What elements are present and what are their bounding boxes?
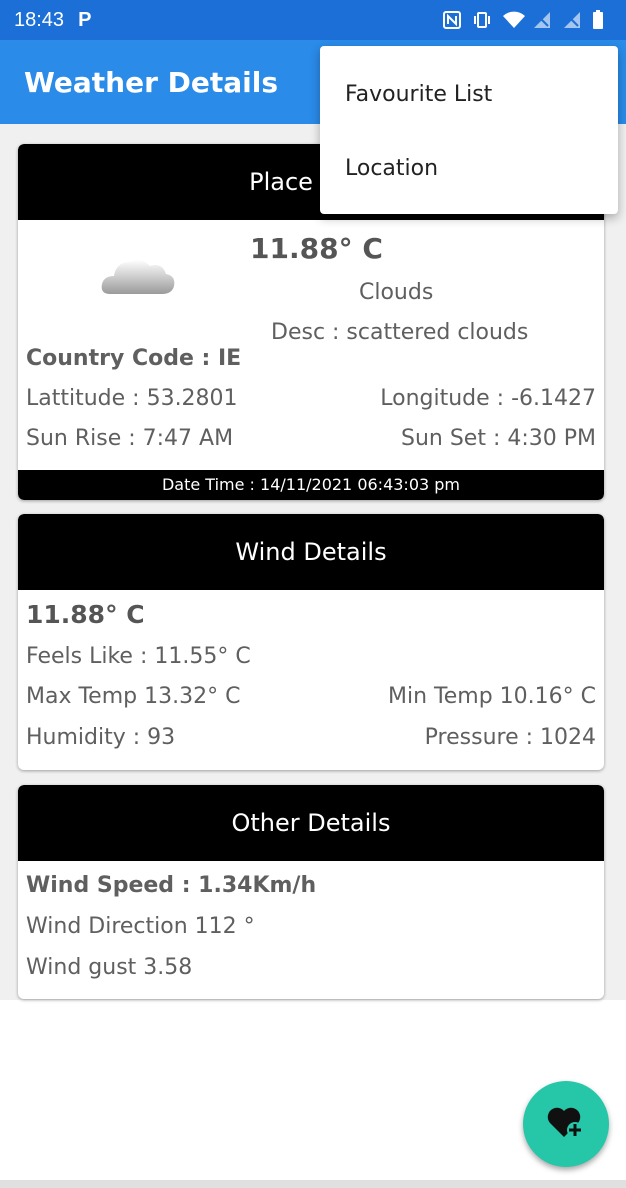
content-area[interactable]: Place : Sal 11.88° C Clouds Desc : scatt… xyxy=(0,124,626,1000)
status-icons xyxy=(442,10,612,30)
p-badge-icon: P xyxy=(78,8,92,31)
wind-card: Wind Details 11.88° C Feels Like : 11.55… xyxy=(18,514,604,770)
status-bar: 18:43 P xyxy=(0,0,626,40)
page-title: Weather Details xyxy=(24,65,279,99)
menu-item-favourite-list[interactable]: Favourite List xyxy=(320,58,618,132)
heart-plus-icon xyxy=(546,1104,586,1144)
min-temp: Min Temp 10.16° C xyxy=(388,684,596,709)
wifi-icon xyxy=(502,10,525,30)
wind-gust: Wind gust 3.58 xyxy=(26,955,193,980)
temp-range-row: Max Temp 13.32° C Min Temp 10.16° C xyxy=(26,684,596,709)
other-card-header: Other Details xyxy=(18,785,604,861)
weather-description: Desc : scattered clouds xyxy=(271,320,529,345)
nav-bar-edge xyxy=(0,1180,626,1188)
overflow-menu: Favourite List Location xyxy=(320,46,618,214)
lat-lon-row: Lattitude : 53.2801 Longitude : -6.1427 xyxy=(26,386,596,411)
country-code: Country Code : IE xyxy=(26,346,242,371)
sun-row: Sun Rise : 7:47 AM Sun Set : 4:30 PM xyxy=(26,426,596,451)
status-time: 18:43 xyxy=(14,8,65,31)
battery-icon xyxy=(592,10,612,30)
vibrate-icon xyxy=(472,10,492,30)
wind-temperature: 11.88° C xyxy=(26,600,145,629)
latitude: Lattitude : 53.2801 xyxy=(26,386,238,411)
wind-speed: Wind Speed : 1.34Km/h xyxy=(26,873,317,898)
feels-like: Feels Like : 11.55° C xyxy=(26,644,251,669)
wind-direction: Wind Direction 112 ° xyxy=(26,914,255,939)
other-card: Other Details Wind Speed : 1.34Km/h Wind… xyxy=(18,785,604,999)
pressure: Pressure : 1024 xyxy=(424,725,596,750)
signal-icon xyxy=(532,10,552,30)
wind-card-header: Wind Details xyxy=(18,514,604,590)
signal-icon xyxy=(562,10,582,30)
menu-item-location[interactable]: Location xyxy=(320,132,618,206)
humidity: Humidity : 93 xyxy=(26,725,176,750)
sunrise: Sun Rise : 7:47 AM xyxy=(26,426,234,451)
weather-condition: Clouds xyxy=(359,280,434,305)
cloud-icon xyxy=(100,254,176,302)
nfc-icon xyxy=(442,10,462,30)
add-favourite-button[interactable] xyxy=(523,1081,609,1167)
sunset: Sun Set : 4:30 PM xyxy=(400,426,596,451)
weather-temperature: 11.88° C xyxy=(250,232,383,265)
max-temp: Max Temp 13.32° C xyxy=(26,684,241,709)
humidity-pressure-row: Humidity : 93 Pressure : 1024 xyxy=(26,725,596,750)
longitude: Longitude : -6.1427 xyxy=(380,386,596,411)
date-time-footer: Date Time : 14/11/2021 06:43:03 pm xyxy=(18,470,604,500)
